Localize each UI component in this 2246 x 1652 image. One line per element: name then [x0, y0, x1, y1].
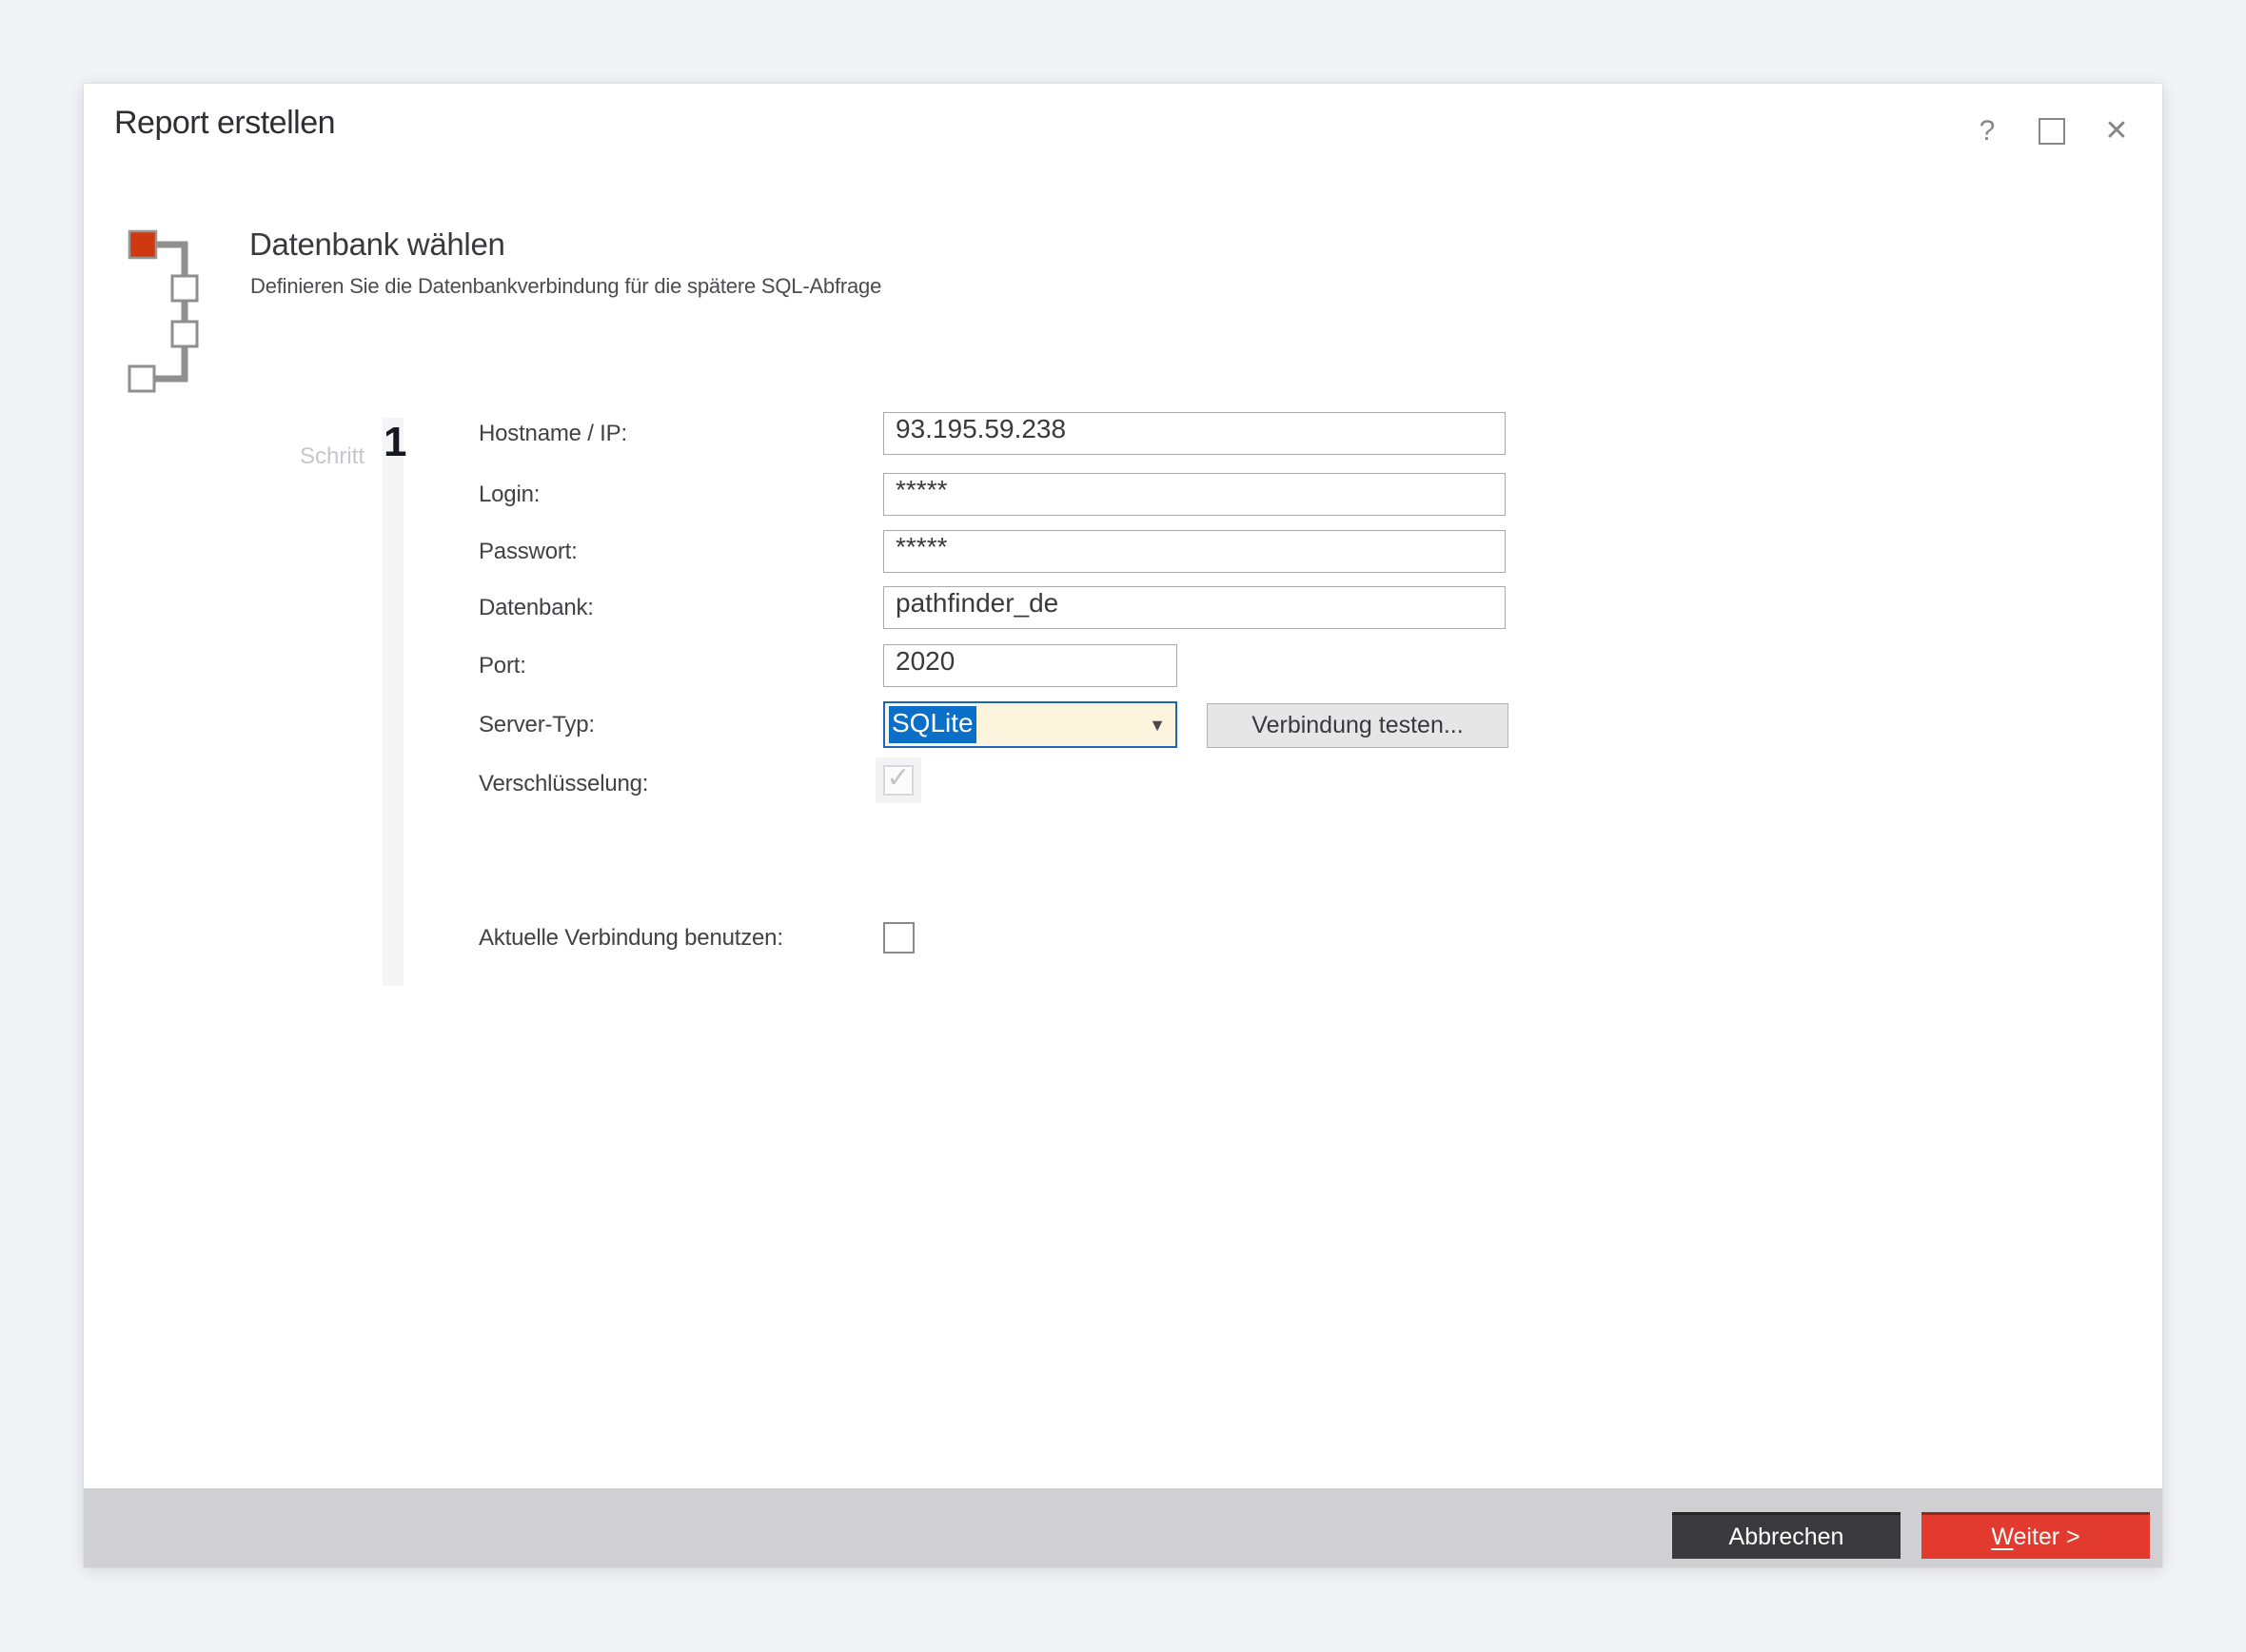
next-button-accel: W [1991, 1524, 2013, 1550]
next-button[interactable]: Weiter > [1921, 1512, 2150, 1559]
footer-bar: Abbrechen Weiter > [84, 1488, 2162, 1567]
next-button-rest: eiter > [2013, 1524, 2079, 1550]
dialog-title: Report erstellen [114, 105, 335, 142]
chevron-down-icon[interactable]: ▼ [1149, 717, 1166, 734]
cancel-button[interactable]: Abbrechen [1672, 1512, 1901, 1559]
page-title: Datenbank wählen [249, 226, 505, 263]
encryption-checkbox: ✓ [876, 757, 921, 803]
titlebar-icons: ? ✕ [1972, 116, 2132, 147]
maximize-icon[interactable] [2037, 116, 2067, 147]
hostname-input[interactable] [883, 412, 1506, 455]
login-input[interactable] [883, 473, 1506, 516]
help-icon[interactable]: ? [1972, 116, 2002, 147]
wizard-steps-icon [126, 228, 204, 398]
encryption-checkbox-box: ✓ [883, 765, 914, 796]
password-row: Passwort: [84, 530, 2162, 573]
encryption-label: Verschlüsselung: [479, 771, 648, 797]
check-icon: ✓ [886, 764, 910, 793]
use-current-connection-label: Aktuelle Verbindung benutzen: [479, 925, 783, 952]
login-row: Login: [84, 473, 2162, 516]
password-label: Passwort: [479, 539, 578, 565]
database-row: Datenbank: [84, 586, 2162, 629]
encryption-row: Verschlüsselung: ✓ [84, 761, 2162, 807]
use-current-connection-checkbox[interactable] [883, 922, 915, 954]
use-current-connection-row: Aktuelle Verbindung benutzen: [84, 917, 2162, 959]
page-subtitle: Definieren Sie die Datenbankverbindung f… [250, 274, 881, 299]
maximize-box [2039, 118, 2065, 145]
login-label: Login: [479, 482, 540, 508]
server-type-selected-value: SQLite [889, 706, 976, 743]
test-connection-button[interactable]: Verbindung testen... [1207, 703, 1508, 748]
hostname-label: Hostname / IP: [479, 421, 627, 447]
database-label: Datenbank: [479, 595, 594, 621]
database-input[interactable] [883, 586, 1506, 629]
hostname-row: Hostname / IP: [84, 412, 2162, 455]
port-row: Port: [84, 644, 2162, 687]
port-label: Port: [479, 653, 526, 679]
server-type-label: Server-Typ: [479, 712, 595, 738]
close-icon[interactable]: ✕ [2101, 116, 2132, 147]
server-type-row: Server-Typ: SQLite ▼ Verbindung testen..… [84, 701, 2162, 748]
password-input[interactable] [883, 530, 1506, 573]
server-type-select[interactable]: SQLite ▼ [883, 701, 1177, 748]
report-wizard-dialog: Report erstellen ? ✕ Datenbank wählen De… [84, 84, 2162, 1567]
port-input[interactable] [883, 644, 1177, 687]
